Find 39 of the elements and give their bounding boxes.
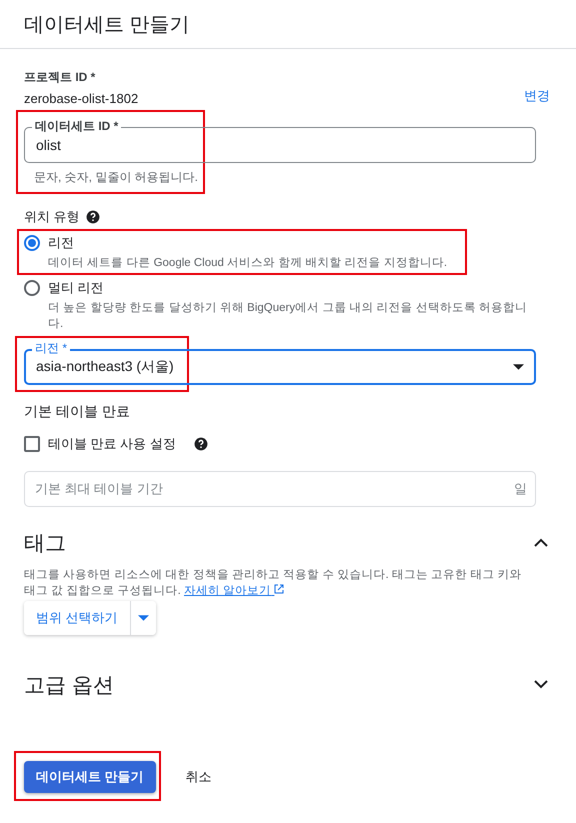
field-value: olist	[36, 137, 61, 153]
region-select[interactable]: 리전 * asia-northeast3 (서울)	[24, 340, 536, 385]
section-label: 위치 유형	[24, 208, 80, 226]
help-icon[interactable]	[194, 437, 208, 451]
page-title: 데이터세트 만들기	[24, 12, 190, 38]
dropdown-button[interactable]	[130, 601, 156, 635]
create-dataset-button[interactable]: 데이터세트 만들기	[24, 761, 156, 793]
dataset-id-field[interactable]: 데이터세트 ID * olist	[24, 118, 536, 163]
section-heading: 태그	[24, 531, 66, 557]
radio-button[interactable]	[24, 280, 40, 296]
collapse-icon[interactable]	[534, 538, 548, 547]
table-duration-field[interactable]: 기본 최대 테이블 기간 일	[24, 471, 536, 507]
learn-more-link[interactable]: 자세히 알아보기	[184, 585, 284, 597]
section-heading: 고급 옵션	[24, 673, 114, 699]
external-link-icon	[274, 584, 284, 594]
dropdown-icon	[513, 364, 524, 370]
field-label: 프로젝트 ID *	[24, 69, 96, 86]
option-description: 더 높은 할당량 한도를 달성하기 위해 BigQuery에서 그룹 내의 리전을 선택하도록 허용합니다.	[48, 301, 528, 332]
floating-label: 리전 *	[32, 340, 70, 356]
section-heading: 기본 테이블 만료	[24, 403, 131, 421]
option-description: 데이터 세트를 다른 Google Cloud 서비스와 함께 배치할 리전을 지정합니다.	[48, 256, 448, 271]
caret-icon	[138, 615, 149, 621]
field-hint: 문자, 숫자, 밑줄이 허용됩니다.	[34, 169, 200, 186]
help-icon[interactable]	[86, 210, 100, 224]
option-label: 멀티 리전	[48, 279, 105, 297]
checkbox[interactable]	[24, 436, 40, 452]
checkbox-label: 테이블 만료 사용 설정	[48, 435, 176, 453]
cancel-button[interactable]: 취소	[180, 767, 218, 787]
field-value: asia-northeast3 (서울)	[36, 358, 174, 376]
project-id: zerobase-olist-1802	[24, 91, 138, 106]
radio-button[interactable]	[24, 235, 40, 251]
unit-label: 일	[514, 480, 527, 498]
option-label: 리전	[48, 234, 75, 252]
placeholder-text: 기본 최대 테이블 기간	[35, 480, 163, 498]
expand-icon[interactable]	[534, 680, 548, 689]
change-link[interactable]: 변경	[524, 87, 550, 105]
scope-button[interactable]: 범위 선택하기	[24, 601, 131, 635]
floating-label: 데이터세트 ID *	[32, 118, 122, 134]
tags-description: 태그를 사용하면 리소스에 대한 정책을 관리하고 적용할 수 있습니다. 태그는 고유한 태그 키와 태그 값 집합으로 구성됩니다. 자세히 알아보기	[24, 568, 523, 599]
